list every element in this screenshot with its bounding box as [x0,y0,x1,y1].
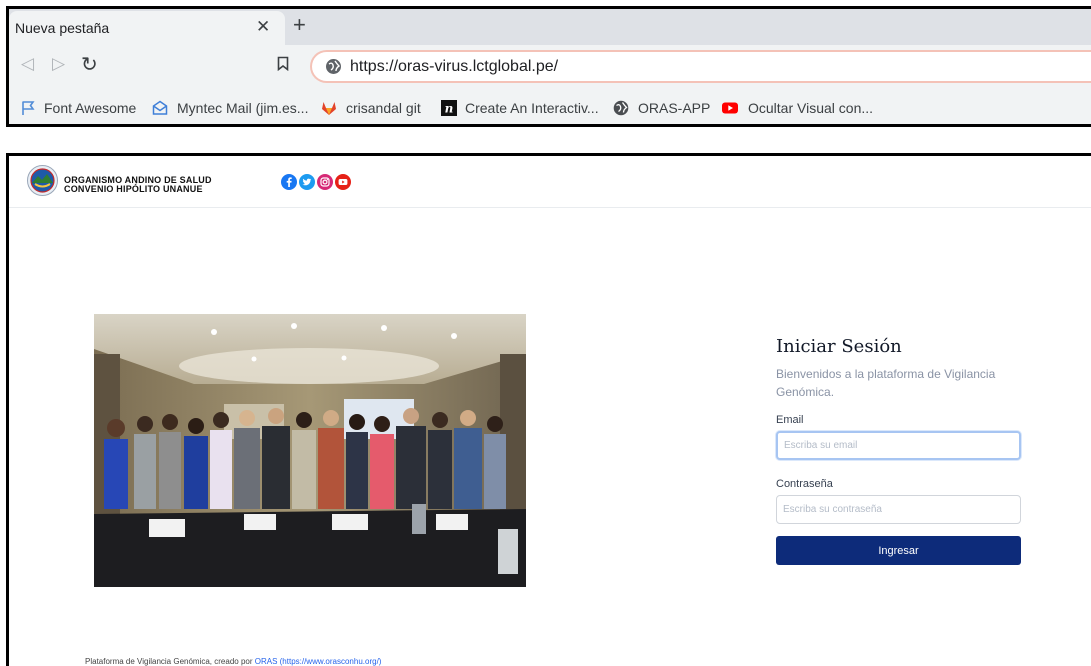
flag-icon [22,101,35,115]
svg-text:n: n [445,102,454,116]
close-icon[interactable]: ✕ [256,17,270,37]
globe-icon [613,100,629,116]
instagram-icon[interactable] [317,174,333,190]
site-info-icon[interactable] [325,58,342,75]
web-page: ORGANISMO ANDINO DE SALUD CONVENIO HIPÓL… [6,153,1091,666]
plus-icon[interactable]: + [293,12,306,38]
back-arrow-icon[interactable]: ◁ [21,54,34,74]
browser-toolbar: ◁ ▷ ↻ https://oras-virus.lctglobal.pe/ [9,45,1091,91]
bookmark-oras-app[interactable]: ORAS-APP [638,100,710,116]
footer-text: Plataforma de Vigilancia Genómica, cread… [85,657,255,666]
org-name-line2: CONVENIO HIPÓLITO UNANUE [64,184,203,194]
email-label: Email [776,414,804,426]
bookmark-font-awesome[interactable]: Font Awesome [44,100,136,116]
group-photo [94,314,526,587]
login-title: Iniciar Sesión [776,336,902,357]
password-field[interactable] [776,495,1021,524]
login-button[interactable]: Ingresar [776,536,1021,565]
forward-arrow-icon[interactable]: ▷ [52,54,65,74]
youtube-icon[interactable] [335,174,351,190]
url-text: https://oras-virus.lctglobal.pe/ [350,58,559,75]
address-bar[interactable]: https://oras-virus.lctglobal.pe/ [310,50,1091,83]
email-field[interactable] [776,431,1021,460]
oras-link[interactable]: ORAS (https://www.orasconhu.org/) [255,657,382,666]
youtube-icon [722,102,738,114]
footer: Plataforma de Vigilancia Genómica, cread… [85,657,381,666]
browser-window: Nueva pestaña ✕ + ◁ ▷ ↻ https://oras-vir… [6,6,1091,127]
bookmarks-bar: Font Awesome Myntec Mail (jim.es... cris… [9,91,1091,127]
n-logo-icon: n [441,100,457,116]
mail-icon [152,100,168,115]
facebook-icon[interactable] [281,174,297,190]
reload-icon[interactable]: ↻ [81,52,98,77]
site-header: ORGANISMO ANDINO DE SALUD CONVENIO HIPÓL… [9,156,1091,208]
twitter-icon[interactable] [299,174,315,190]
bookmark-create-interactive[interactable]: Create An Interactiv... [465,100,599,116]
oras-logo[interactable] [27,165,58,196]
password-label: Contraseña [776,478,833,490]
login-subtitle: Bienvenidos a la plataforma de Vigilanci… [776,367,996,399]
bookmark-ocultar-visual[interactable]: Ocultar Visual con... [748,100,873,116]
bookmark-icon[interactable] [277,56,289,71]
bookmark-crisandal-git[interactable]: crisandal git [346,100,421,116]
bookmark-myntec-mail[interactable]: Myntec Mail (jim.es... [177,100,308,116]
tab-bar: Nueva pestaña ✕ + [9,9,1091,45]
tab-title: Nueva pestaña [15,20,110,36]
browser-tab[interactable]: Nueva pestaña ✕ [9,11,285,45]
gitlab-icon [322,102,336,115]
